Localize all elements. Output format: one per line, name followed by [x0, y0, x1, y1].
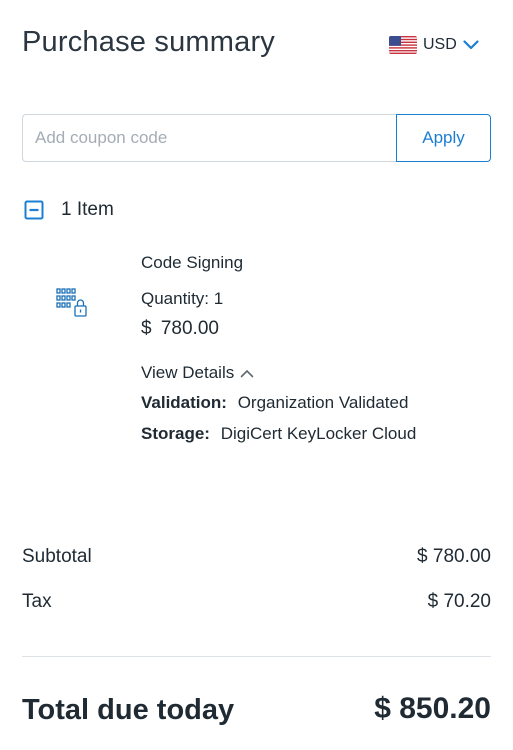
collapse-minus-icon[interactable]: [24, 200, 44, 220]
currency-symbol: $: [141, 318, 152, 339]
apply-coupon-button[interactable]: Apply: [396, 114, 491, 162]
currency-selector[interactable]: USD: [389, 36, 479, 54]
coupon-form: Apply: [22, 114, 491, 162]
detail-value: Organization Validated: [237, 393, 409, 412]
view-details-toggle[interactable]: View Details: [141, 363, 254, 383]
total-label: Total due today: [22, 694, 235, 726]
detail-label: Validation:: [141, 393, 227, 412]
product-price: $ 780.00: [141, 318, 219, 340]
chevron-up-icon: [240, 369, 254, 377]
view-details-label: View Details: [141, 363, 235, 382]
quantity-value: 1: [213, 289, 224, 308]
quantity-label: Quantity:: [141, 289, 210, 308]
detail-label: Storage:: [141, 424, 210, 443]
detail-storage: Storage: DigiCert KeyLocker Cloud: [141, 424, 416, 444]
coupon-input[interactable]: [22, 114, 396, 162]
items-header: 1 Item: [24, 199, 114, 221]
currency-code: USD: [423, 36, 457, 53]
price-value: 780.00: [160, 318, 219, 339]
product-name: Code Signing: [141, 253, 244, 272]
total-value: $ 850.20: [374, 692, 491, 725]
items-count: 1 Item: [61, 199, 114, 220]
chevron-down-icon: [463, 40, 479, 50]
tax-label: Tax: [22, 591, 52, 612]
code-signing-icon: [56, 288, 87, 317]
us-flag-icon: [389, 36, 417, 54]
divider: [22, 656, 491, 657]
page-title: Purchase summary: [22, 26, 275, 58]
tax-value: $ 70.20: [427, 591, 491, 612]
subtotal-value: $ 780.00: [417, 546, 491, 567]
detail-value: DigiCert KeyLocker Cloud: [220, 424, 417, 443]
product-quantity: Quantity: 1: [141, 289, 223, 309]
subtotal-label: Subtotal: [22, 546, 92, 567]
detail-validation: Validation: Organization Validated: [141, 393, 408, 413]
